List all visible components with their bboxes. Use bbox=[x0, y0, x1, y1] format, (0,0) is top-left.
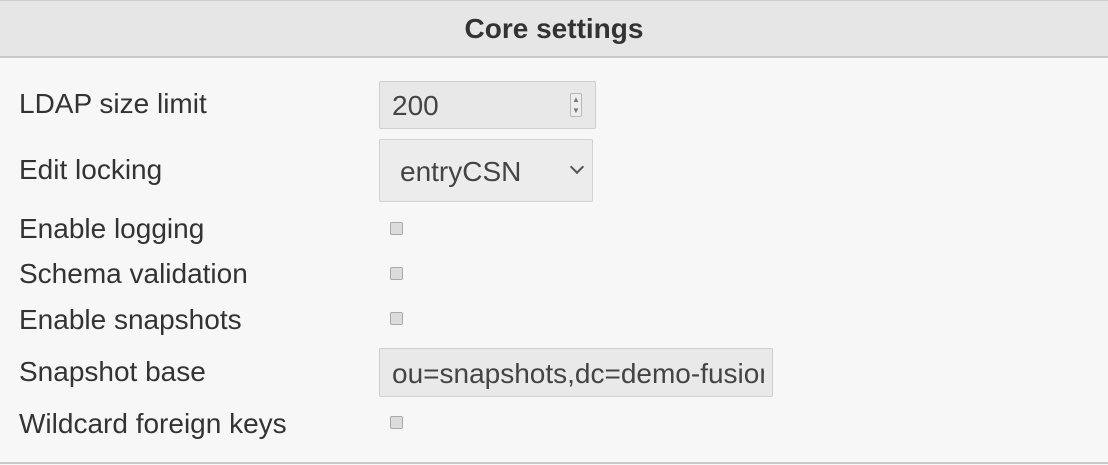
panel-title: Core settings bbox=[464, 13, 644, 44]
edit-locking-value: entryCSN bbox=[400, 156, 522, 187]
wildcard-foreign-keys-label: Wildcard foreign keys bbox=[19, 408, 287, 439]
edit-locking-label: Edit locking bbox=[19, 154, 163, 185]
ldap-size-limit-input[interactable]: 200 ▲ ▼ bbox=[379, 81, 596, 129]
core-settings-panel: Core settings LDAP size limit 200 ▲ ▼ Ed… bbox=[0, 0, 1108, 465]
wildcard-foreign-keys-checkbox[interactable] bbox=[390, 416, 403, 429]
enable-logging-label: Enable logging bbox=[19, 213, 205, 244]
snapshot-base-label: Snapshot base bbox=[19, 356, 206, 387]
ldap-size-limit-value: 200 bbox=[392, 90, 439, 121]
enable-snapshots-checkbox[interactable] bbox=[390, 312, 403, 325]
ldap-size-limit-label: LDAP size limit bbox=[19, 88, 207, 119]
panel-header: Core settings bbox=[0, 0, 1108, 58]
snapshot-base-value: ou=snapshots,dc=demo-fusiondirectory,dc=… bbox=[392, 358, 764, 389]
schema-validation-checkbox[interactable] bbox=[390, 267, 403, 280]
edit-locking-select[interactable]: entryCSN bbox=[379, 139, 593, 202]
snapshot-base-input[interactable]: ou=snapshots,dc=demo-fusiondirectory,dc=… bbox=[379, 348, 773, 397]
panel-bottom-border bbox=[0, 462, 1108, 464]
enable-snapshots-label: Enable snapshots bbox=[19, 304, 242, 335]
number-spinner[interactable]: ▲ ▼ bbox=[570, 93, 582, 117]
spinner-down-icon[interactable]: ▼ bbox=[571, 105, 581, 116]
spinner-up-icon[interactable]: ▲ bbox=[571, 94, 581, 105]
schema-validation-label: Schema validation bbox=[19, 258, 248, 289]
enable-logging-checkbox[interactable] bbox=[390, 222, 403, 235]
chevron-down-icon bbox=[569, 159, 585, 175]
